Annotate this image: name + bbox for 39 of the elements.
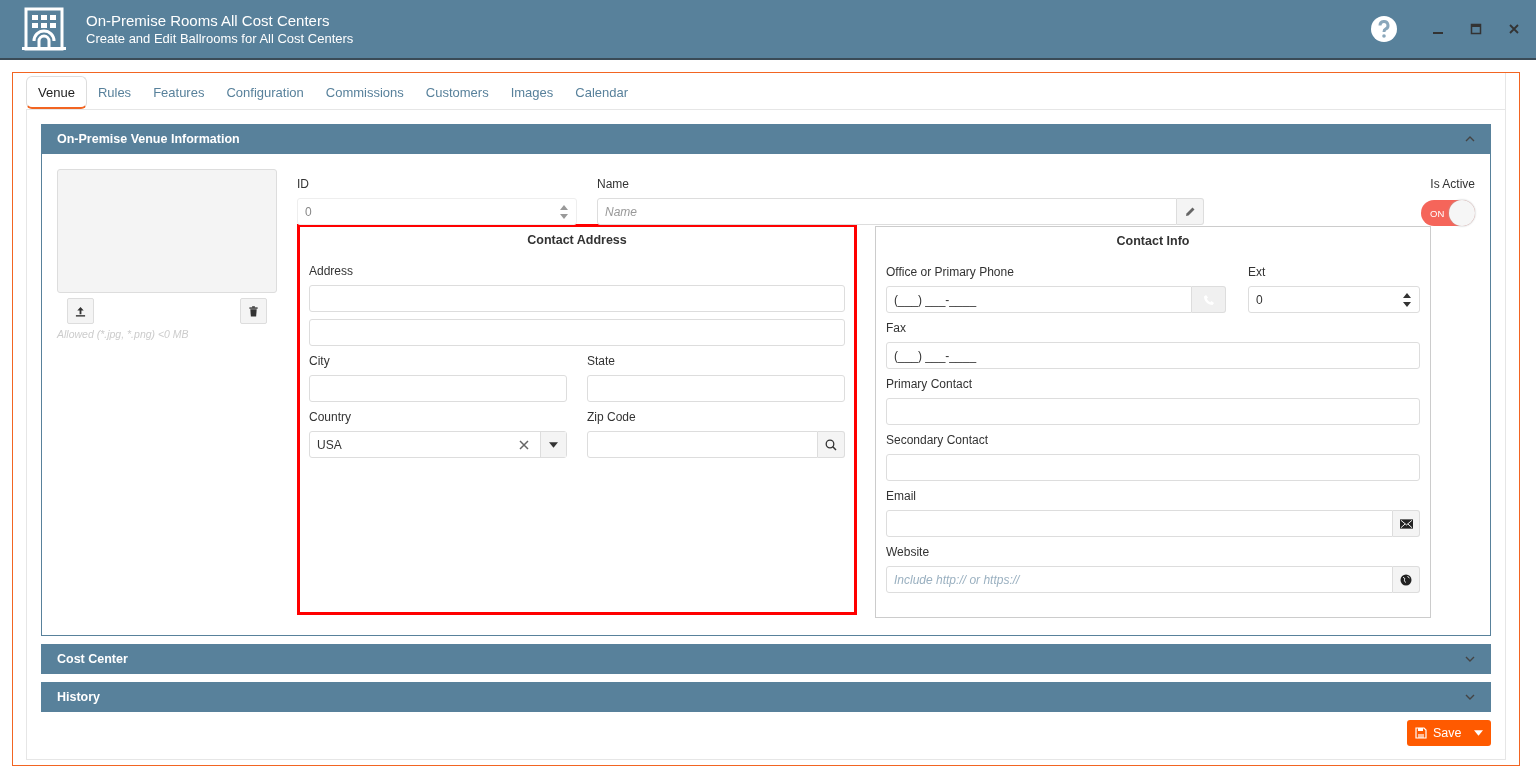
country-dropdown[interactable]: USA (309, 431, 567, 458)
field-label: Address (309, 263, 355, 280)
window-title: On-Premise Rooms All Cost Centers (86, 12, 331, 29)
window-subtitle: Create and Edit Ballrooms for All Cost Centers (86, 31, 355, 46)
save-button[interactable]: Save (1407, 720, 1491, 746)
field-label: Primary Contact (886, 376, 974, 393)
field-label: Secondary Contact (886, 432, 990, 449)
tab[interactable]: Features (142, 76, 216, 109)
name-field[interactable]: Name (597, 198, 1177, 225)
phone-field[interactable]: (___) ___-____ (886, 286, 1192, 313)
panel-title: Contact Info (1115, 233, 1191, 250)
field-label: Office or Primary Phone (886, 264, 1015, 281)
field-label: State (587, 353, 617, 370)
field-label: Country (309, 409, 353, 426)
tab[interactable]: Customers (414, 76, 500, 109)
tab[interactable]: Rules (86, 76, 143, 109)
section-header[interactable]: History (41, 682, 1491, 712)
tab[interactable]: Calendar (564, 76, 640, 109)
field-label: Is Active (1430, 176, 1475, 193)
field-label: Email (886, 488, 917, 505)
field-label: ID (297, 176, 310, 193)
fax-field[interactable]: (___) ___-____ (886, 342, 1420, 369)
ext-spinner[interactable]: 0 (1248, 286, 1420, 313)
website-field[interactable]: Include http:// or https:// (886, 566, 1393, 593)
active-toggle[interactable]: ON (1421, 200, 1475, 226)
tab[interactable]: Images (499, 76, 565, 109)
section-header[interactable]: On-Premise Venue Information (41, 124, 1491, 154)
tab[interactable]: Commissions (314, 76, 415, 109)
section-header[interactable]: Cost Center (41, 644, 1491, 674)
tab[interactable]: Venue (26, 76, 87, 109)
field-label: Ext (1248, 264, 1267, 281)
field-label: City (309, 353, 331, 370)
tab[interactable]: Configuration (215, 76, 315, 109)
field-label: Fax (886, 320, 907, 337)
id-spinner[interactable]: 0 (297, 198, 577, 225)
field-label: Zip Code (587, 409, 637, 426)
panel-title: Contact Address (526, 232, 628, 249)
field-label: Website (886, 544, 931, 561)
field-label: Name (597, 176, 630, 193)
